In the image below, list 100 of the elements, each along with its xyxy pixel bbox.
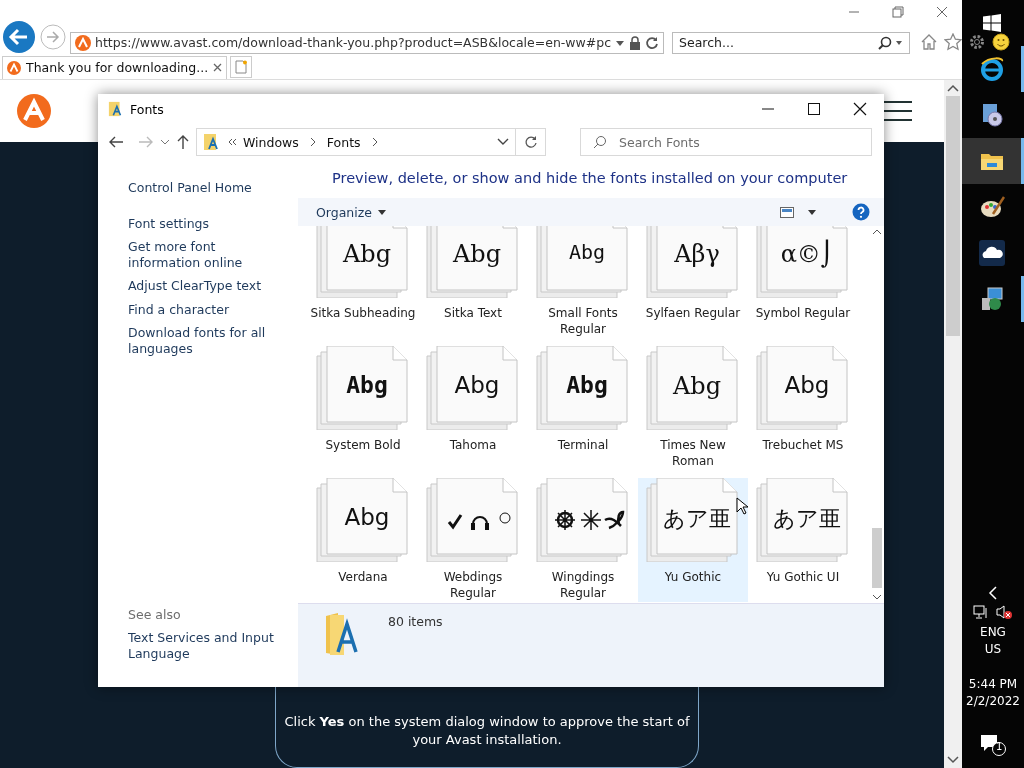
fonts-folder-icon [108, 101, 124, 117]
restore-icon[interactable] [892, 6, 904, 18]
network-icon[interactable] [973, 604, 989, 620]
font-item[interactable]: Abg Trebuchet MS [748, 346, 858, 470]
font-item[interactable]: Abg Verdana [308, 478, 418, 602]
instruction-text: Click Yes on the system dialog window to approve the start of your Avast installation. [283, 713, 691, 749]
font-item[interactable]: Abg Times New Roman [638, 346, 748, 470]
font-file-icon [645, 346, 741, 430]
font-item[interactable]: Abg Terminal [528, 346, 638, 470]
scroll-down-icon[interactable] [872, 594, 882, 601]
font-name: Tahoma [448, 438, 498, 454]
font-name: Verdana [337, 570, 389, 586]
up-icon[interactable] [176, 134, 190, 150]
notifications-icon[interactable] [979, 732, 1007, 756]
dropdown-icon[interactable] [497, 138, 509, 146]
new-page-icon [235, 60, 248, 75]
font-item[interactable]: Abg System Bold [308, 346, 418, 470]
help-icon[interactable] [852, 203, 870, 221]
font-preview: Abg [567, 240, 607, 264]
mouse-cursor-icon [736, 497, 748, 515]
star-icon[interactable] [944, 32, 963, 51]
breadcrumb-item[interactable]: Fonts [326, 134, 361, 150]
fonts-folder-icon [203, 133, 221, 151]
back-button[interactable] [2, 19, 36, 54]
font-preview: Abg [451, 240, 503, 268]
chevron-right-icon[interactable] [370, 137, 379, 147]
font-name: Webdings Regular [442, 570, 504, 601]
view-icon[interactable] [780, 206, 794, 218]
scroll-thumb[interactable] [872, 528, 882, 588]
folder-icon[interactable] [979, 151, 1004, 171]
search-field[interactable]: Search... [672, 31, 911, 54]
sidebar-link[interactable]: Find a character [128, 301, 288, 317]
site-logo-icon [75, 34, 91, 51]
font-item[interactable]: Webdings Regular [418, 478, 528, 602]
font-preview: Abg [565, 372, 609, 398]
cloud-icon[interactable] [978, 240, 1005, 266]
back-icon[interactable] [108, 135, 124, 149]
scrollbar[interactable] [944, 80, 962, 768]
browser-icon[interactable] [978, 56, 1005, 82]
font-preview: Abg [783, 372, 831, 398]
caret-icon [378, 209, 386, 215]
paint-palette-icon[interactable] [978, 194, 1005, 220]
sidebar-link[interactable]: Control Panel Home [128, 180, 288, 196]
chevron-right-icon[interactable] [308, 137, 317, 147]
smiley-icon[interactable] [992, 32, 1011, 51]
font-name: Sitka Subheading [309, 306, 417, 322]
font-item[interactable]: あア亜 Yu Gothic [638, 478, 748, 602]
sidebar-link[interactable]: Font settings [128, 215, 288, 231]
breadcrumb-bar[interactable]: Windows Fonts [196, 128, 516, 156]
font-file-icon [315, 346, 411, 430]
windows-logo-icon[interactable] [982, 14, 1001, 32]
font-file-icon [425, 478, 521, 562]
font-item[interactable]: あア亜 Yu Gothic UI [748, 478, 858, 602]
font-item[interactable]: Abg Small Fonts Regular [528, 226, 638, 338]
sidebar-link[interactable]: Download fonts for all languages [128, 325, 288, 356]
chevron-left-icon[interactable] [988, 586, 998, 600]
sidebar-link[interactable]: Text Services and Input Language [128, 630, 288, 661]
search-icon[interactable] [877, 35, 904, 50]
scroll-thumb[interactable] [946, 96, 960, 336]
sidebar-link[interactable]: Adjust ClearType text [128, 278, 288, 294]
close-icon[interactable] [852, 101, 868, 117]
overflow-icon[interactable] [227, 138, 237, 146]
scroll-up-icon[interactable] [947, 84, 959, 92]
font-name: Times New Roman [659, 438, 727, 469]
font-preview: あア亜 [662, 505, 732, 533]
font-file-icon [535, 346, 631, 430]
setup-icon[interactable] [979, 286, 1004, 312]
font-item[interactable]: Abg Tahoma [418, 346, 528, 470]
caret-icon[interactable] [808, 209, 816, 215]
clock[interactable]: 5:44 PM 2/2/2022 [966, 676, 1020, 710]
scroll-down-icon[interactable] [947, 756, 959, 764]
sidebar-link[interactable]: Get more font information online [128, 239, 288, 270]
search-field[interactable]: Search Fonts [580, 128, 872, 156]
settings-icon[interactable] [968, 32, 987, 51]
page-heading: Preview, delete, or show and hide the fonts installed on your computer [331, 169, 849, 188]
refresh-button[interactable] [516, 128, 546, 156]
font-item[interactable]: Wingdings Regular [528, 478, 638, 602]
font-file-icon [535, 478, 631, 562]
home-icon[interactable] [920, 32, 939, 51]
dropdown-icon[interactable] [160, 138, 170, 146]
font-item[interactable]: α©⌡ Symbol Regular [748, 226, 858, 338]
browser-tab[interactable]: Thank you for downloading... [2, 55, 228, 79]
window-title: Fonts [130, 101, 165, 117]
font-item[interactable]: Abg Sitka Text [418, 226, 528, 338]
font-item[interactable]: Abg Sitka Subheading [308, 226, 418, 338]
breadcrumb-item[interactable]: Windows [243, 134, 299, 150]
refresh-icon[interactable] [645, 35, 660, 50]
address-bar[interactable]: https://www.avast.com/download-thank-you.php?product=ASB&locale=en-ww#pc [70, 31, 665, 54]
font-preview: Abg [341, 240, 393, 268]
language-indicator[interactable]: ENG US [980, 624, 1006, 658]
scroll-up-icon[interactable] [872, 228, 882, 235]
font-file-icon [315, 478, 411, 562]
font-item[interactable]: Aβγ Sylfaen Regular [638, 226, 748, 338]
font-name: Trebuchet MS [761, 438, 845, 454]
notification-count: 1 [996, 741, 1003, 752]
speaker-muted-icon[interactable] [995, 604, 1013, 620]
font-preview: Abg [453, 372, 501, 398]
organize-button[interactable]: Organize [316, 204, 386, 220]
font-preview: α©⌡ [779, 240, 835, 268]
maximize-icon[interactable] [806, 101, 822, 117]
